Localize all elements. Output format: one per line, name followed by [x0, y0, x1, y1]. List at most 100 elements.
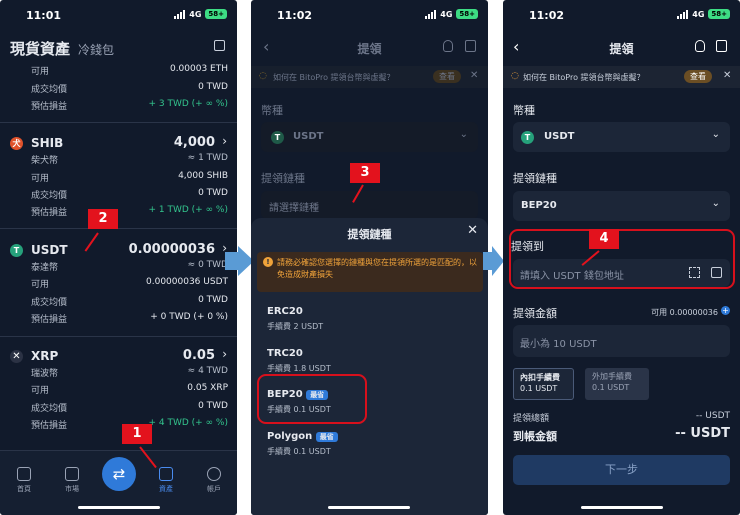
amount-placeholder: 最小為 10 USDT: [520, 339, 597, 350]
chain-select[interactable]: BEP20 ⌄: [513, 191, 730, 221]
asset-row-shib[interactable]: 犬 SHIB 4,000 › 柴犬幣 ≈ 1 TWD 可用 4,000 SHIB…: [0, 128, 237, 228]
asset-twd: ≈ 0 TWD: [187, 260, 228, 270]
chain-fee: 手續費 1.8 USDT: [267, 364, 331, 373]
value: 0 TWD: [198, 188, 228, 198]
plus-icon[interactable]: +: [721, 306, 730, 315]
close-icon[interactable]: ✕: [470, 70, 478, 81]
nav-home[interactable]: 首頁: [4, 467, 44, 494]
chain-fee: 手續費 0.1 USDT: [267, 447, 331, 456]
currency-select[interactable]: T USDT ⌄: [513, 122, 730, 152]
usdt-icon: T: [10, 244, 23, 257]
nav-label: 資產: [159, 485, 173, 493]
chain-value: BEP20: [521, 200, 557, 211]
received-label: 到帳金額: [513, 430, 557, 443]
currency-select[interactable]: T USDT ⌄: [261, 122, 478, 152]
sheet-title: 提領鏈種: [347, 228, 392, 241]
total-label: 提領總額: [513, 414, 550, 424]
value: 0.00003 ETH: [169, 64, 228, 74]
chain-fee: 手續費 2 USDT: [267, 322, 324, 331]
chain-select[interactable]: 請選擇鏈種: [261, 191, 478, 219]
total-value: -- USDT: [695, 411, 730, 421]
asset-name: 柴犬幣: [31, 156, 59, 166]
status-bar: 11:01 4G 58+: [0, 0, 237, 30]
tab-cold-wallet[interactable]: 冷錢包: [78, 41, 114, 58]
record-icon[interactable]: [465, 40, 476, 52]
battery-icon: 58+: [456, 9, 478, 19]
banner-text: 如何在 BitoPro 提領台幣與虛擬？: [273, 73, 395, 82]
banner-view-button[interactable]: 查看: [684, 70, 712, 83]
user-icon: [207, 467, 221, 481]
pnl-value: + 1 TWD (+ ∞ %): [148, 205, 228, 215]
label: 成交均價: [31, 191, 68, 201]
amount-label: 提領金額: [513, 307, 557, 320]
lightbulb-icon[interactable]: [443, 40, 453, 52]
label: 成交均價: [31, 298, 68, 308]
label: 成交均價: [31, 85, 68, 95]
status-time: 11:02: [529, 9, 565, 22]
home-indicator: [328, 506, 410, 509]
share-icon[interactable]: [214, 40, 225, 51]
chain-option-polygon[interactable]: Polygon 最省 手續費 0.1 USDT: [267, 431, 338, 457]
signal-icon: [677, 9, 689, 19]
currency-value: USDT: [293, 131, 324, 142]
pnl-value: + 0 TWD (+ 0 %): [150, 312, 228, 322]
lightbulb-icon[interactable]: [695, 40, 705, 52]
battery-icon: 58+: [708, 9, 730, 19]
fee-outer-option[interactable]: 外加手續費 0.1 USDT: [585, 368, 649, 400]
status-time: 11:02: [277, 9, 313, 22]
record-icon[interactable]: [716, 40, 727, 52]
nav-label: 市場: [65, 485, 79, 493]
page-title: 現貨資產: [10, 40, 71, 58]
screen-withdraw-chain: 11:02 4G 58+ ‹ 提領 ◌ 如何在 BitoPro 提領台幣與虛擬？ …: [251, 0, 488, 515]
warning-text: 請務必確認您選擇的鏈種與您在提領所選的是匹配的，以免造成財產損失: [277, 258, 477, 279]
close-icon[interactable]: ✕: [467, 223, 478, 238]
asset-twd: ≈ 1 TWD: [187, 153, 228, 163]
value: 4,000 SHIB: [178, 171, 228, 181]
value: 0.05 XRP: [187, 383, 228, 393]
nav-assets[interactable]: 資產: [146, 467, 186, 494]
status-bar: 11:02 4G 58+: [503, 0, 740, 30]
highlight-address: [509, 229, 735, 289]
help-banner[interactable]: ◌ 如何在 BitoPro 提領台幣與虛擬？ 查看 ✕: [251, 66, 488, 88]
chain-name: Polygon: [267, 431, 313, 442]
nav-account[interactable]: 帳戶: [194, 467, 234, 494]
chain-label: 提領鏈種: [261, 172, 305, 185]
chain-placeholder: 請選擇鏈種: [269, 203, 319, 214]
label: 成交均價: [31, 404, 68, 414]
chain-sheet: 提領鏈種 ✕ ! 請務必確認您選擇的鏈種與您在提領所選的是匹配的，以免造成財產損…: [251, 218, 488, 515]
asset-row-xrp[interactable]: ✕ XRP 0.05 › 瑞波幣 ≈ 4 TWD 可用 0.05 XRP 成交均…: [0, 342, 237, 442]
label: 預估損益: [31, 315, 68, 325]
step-badge-2: 2: [88, 209, 118, 229]
chain-option-erc20[interactable]: ERC20 手續費 2 USDT: [267, 306, 323, 332]
step-badge-1: 1: [122, 424, 152, 444]
help-banner[interactable]: ◌ 如何在 BitoPro 提領台幣與虛擬？ 查看 ✕: [503, 66, 740, 88]
warning-banner: ! 請務必確認您選擇的鏈種與您在提領所選的是匹配的，以免造成財產損失: [257, 252, 483, 292]
value: 0 TWD: [198, 401, 228, 411]
nav-market[interactable]: 市場: [52, 467, 92, 494]
chevron-down-icon: ⌄: [459, 129, 468, 140]
label: 可用: [31, 386, 50, 396]
chain-option-trc20[interactable]: TRC20 手續費 1.8 USDT: [267, 348, 331, 374]
cheapest-badge: 最省: [315, 432, 338, 442]
network-label: 4G: [189, 9, 202, 19]
label: 預估損益: [31, 421, 68, 431]
status-bar: 11:02 4G 58+: [251, 0, 488, 30]
amount-input[interactable]: 最小為 10 USDT: [513, 325, 730, 357]
close-icon[interactable]: ✕: [723, 70, 731, 81]
asset-row-usdt[interactable]: T USDT 0.00000036 › 泰達幣 ≈ 0 TWD 可用 0.000…: [0, 235, 237, 335]
asset-amount: 4,000: [173, 135, 215, 150]
home-icon: [17, 467, 31, 481]
asset-amount: 0.05: [182, 348, 215, 363]
fee-option-label: 內扣手續費: [520, 373, 560, 382]
fee-inner-option[interactable]: 內扣手續費 0.1 USDT: [513, 368, 574, 400]
pnl-value: + 4 TWD (+ ∞ %): [148, 418, 228, 428]
fee-option-label: 外加手續費: [592, 372, 632, 381]
chain-name: ERC20: [267, 306, 303, 317]
trade-button[interactable]: ⇄: [102, 457, 136, 491]
nav-label: 帳戶: [207, 485, 221, 493]
banner-view-button[interactable]: 查看: [433, 70, 461, 83]
home-indicator: [581, 506, 663, 509]
lightbulb-icon: ◌: [511, 71, 519, 81]
next-button[interactable]: 下一步: [513, 455, 730, 485]
chevron-right-icon: ›: [222, 134, 227, 148]
